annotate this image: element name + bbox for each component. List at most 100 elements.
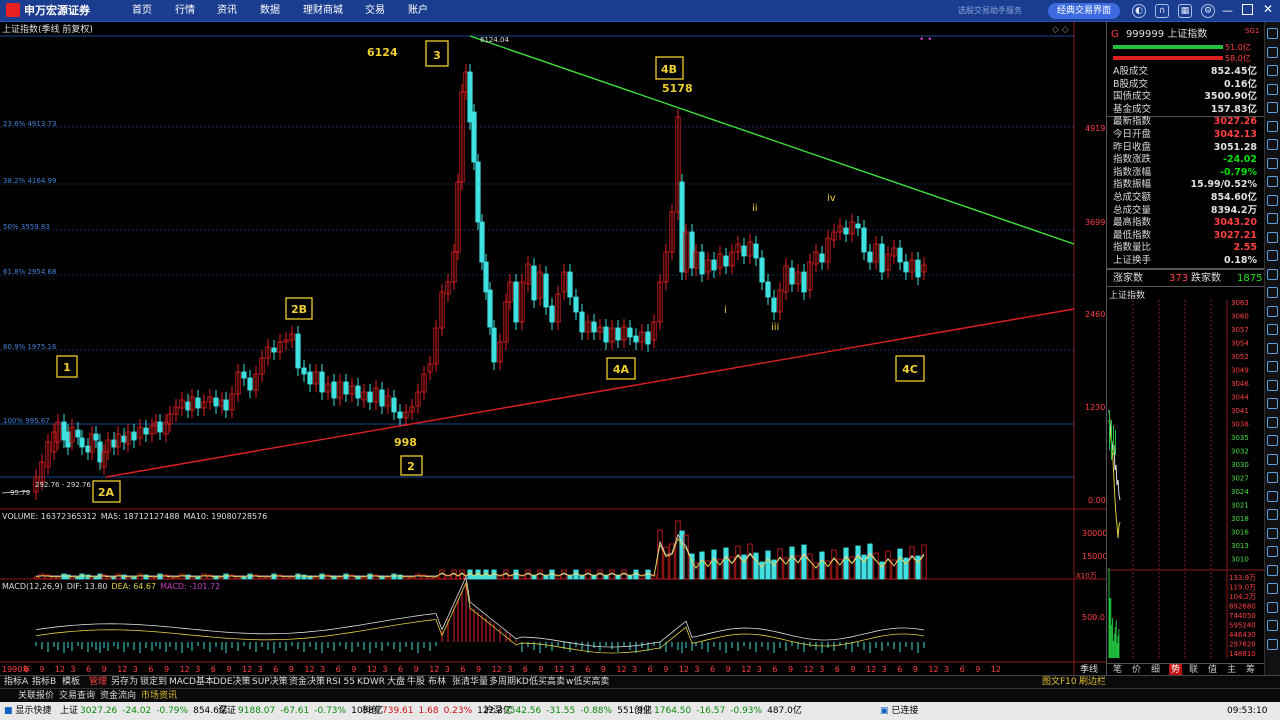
volume-bar xyxy=(783,557,789,580)
info-tab[interactable]: 资金流向 xyxy=(100,689,136,703)
grid-icon[interactable]: ▦ xyxy=(1178,4,1192,18)
volume-bar xyxy=(915,555,921,580)
candle-body xyxy=(143,427,149,435)
skin-icon[interactable]: ◐ xyxy=(1132,4,1146,18)
tool-icon[interactable] xyxy=(1267,287,1278,298)
volume-bar xyxy=(861,554,867,580)
candle-body xyxy=(397,411,403,419)
period-label[interactable]: 季线 xyxy=(1080,663,1098,675)
time-axis-label: 9 xyxy=(538,665,543,674)
tool-icon[interactable] xyxy=(1267,361,1278,372)
settings-icon[interactable]: ⚙ xyxy=(1201,4,1215,18)
info-tab[interactable]: 交易查询 xyxy=(59,689,95,703)
time-axis-label: 6 xyxy=(460,665,465,674)
index-ticker[interactable]: 创业 1764.50 -16.57 -0.93% 487.0亿 xyxy=(634,702,807,720)
kline-chart[interactable]: 上证指数(季线 前复权) ◇ ◇ • • 23.6% 4913.73 38.2%… xyxy=(0,22,1106,675)
maximize-icon[interactable] xyxy=(1242,4,1253,15)
tool-icon[interactable] xyxy=(1267,157,1278,169)
ticker-value: -67.61 xyxy=(280,706,310,716)
volume-bar xyxy=(795,555,801,580)
tool-icon[interactable] xyxy=(1267,601,1278,613)
nav-quotes[interactable]: 行情 xyxy=(175,0,195,22)
volume-bar xyxy=(747,543,753,580)
nav-news[interactable]: 资讯 xyxy=(217,0,237,22)
assistant-text[interactable]: 选股交易助手服务 xyxy=(958,0,1022,22)
tool-icon[interactable] xyxy=(1267,490,1278,502)
tool-icon[interactable] xyxy=(1267,527,1278,539)
tool-icon[interactable] xyxy=(1267,379,1278,391)
ticker-value: -24.02 xyxy=(122,706,152,716)
stat-row: B股成交 0.16亿 xyxy=(1113,79,1261,92)
tool-icon[interactable] xyxy=(1267,398,1278,409)
tool-icon[interactable] xyxy=(1267,324,1278,335)
tool-icon[interactable] xyxy=(1267,65,1278,76)
time-axis-label: 3 xyxy=(445,665,450,674)
tool-icon[interactable] xyxy=(1267,472,1278,483)
stat-value: 854.60亿 xyxy=(1210,192,1257,203)
tool-icon[interactable] xyxy=(1267,231,1278,243)
volume-bar xyxy=(343,573,349,580)
headset-icon[interactable]: ∩ xyxy=(1155,4,1169,18)
stat-label: 今日开盘 xyxy=(1113,129,1152,140)
tool-icon[interactable] xyxy=(1267,546,1278,557)
tool-icon[interactable] xyxy=(1267,120,1278,132)
time-axis-label: 6 xyxy=(523,665,528,674)
tool-icon[interactable] xyxy=(1267,342,1278,354)
tool-icon[interactable] xyxy=(1267,46,1278,58)
candle-body xyxy=(301,367,307,375)
close-icon[interactable]: ✕ xyxy=(1263,2,1273,16)
tool-icon[interactable] xyxy=(1267,638,1278,650)
time-axis-label: 12 xyxy=(679,665,689,674)
nav-data[interactable]: 数据 xyxy=(260,0,280,22)
tool-icon[interactable] xyxy=(1267,416,1278,428)
stat-value: 15.99/0.52% xyxy=(1190,179,1257,191)
volume-bar xyxy=(909,546,915,580)
wave-label: 2 xyxy=(407,460,415,473)
minimize-icon[interactable]: — xyxy=(1222,4,1233,17)
tool-icon[interactable] xyxy=(1267,194,1278,206)
candle-body xyxy=(867,251,873,263)
tool-icon[interactable] xyxy=(1267,268,1278,280)
tool-icon[interactable] xyxy=(1267,102,1278,113)
index-ticker[interactable]: 沪深 3542.56 -31.55 -0.88% 551.9亿 xyxy=(484,702,657,720)
tool-icon[interactable] xyxy=(1267,620,1278,631)
tool-icon[interactable] xyxy=(1267,28,1278,39)
tool-icon[interactable] xyxy=(1267,583,1278,594)
volume-bar xyxy=(729,556,735,580)
intraday-chart[interactable]: 3063 3060 3057 3054 3052 3049 3046 3044 3041 3038… xyxy=(1107,300,1265,660)
tool-icon[interactable] xyxy=(1267,564,1278,576)
ticker-value: 1764.50 xyxy=(654,706,692,716)
info-tab[interactable]: 关联报价 xyxy=(18,689,54,703)
ticker-label: 科创 xyxy=(362,706,381,716)
tool-icon[interactable] xyxy=(1267,435,1278,446)
peak-value-label: 6124.04 xyxy=(480,36,509,44)
time-axis-label: 6 xyxy=(86,665,91,674)
index-ticker[interactable]: 上证 3027.26 -24.02 -0.79% 854.6亿 xyxy=(60,702,233,720)
intraday-axis: 3063 3060 3057 3054 3052 3049 3046 3044 3041 3038… xyxy=(1229,300,1256,658)
chart-tool-icons[interactable]: ◇ ◇ xyxy=(1052,25,1069,35)
nav-mall[interactable]: 理财商城 xyxy=(303,0,343,22)
tool-icon[interactable] xyxy=(1267,213,1278,224)
display-shortcut[interactable]: ■ 显示快捷 xyxy=(4,702,51,720)
fib-label: 23.6% 4913.73 xyxy=(3,120,56,128)
info-tab[interactable]: 市场资讯 xyxy=(141,689,177,703)
tool-icon[interactable] xyxy=(1267,83,1278,95)
candle-body xyxy=(603,326,609,343)
ticker-value: -16.57 xyxy=(696,706,726,716)
tool-icon[interactable] xyxy=(1267,139,1278,150)
time-axis-label: 9 xyxy=(39,665,44,674)
tool-icon[interactable] xyxy=(1267,305,1278,317)
stat-row: 指数量比 2.55 xyxy=(1113,242,1261,255)
tool-icon[interactable] xyxy=(1267,250,1278,261)
nav-home[interactable]: 首页 xyxy=(132,0,152,22)
time-axis-label: 3 xyxy=(195,665,200,674)
volume-bar xyxy=(897,548,903,580)
volume-axis-label: 30000 xyxy=(1082,529,1106,538)
tool-icon[interactable] xyxy=(1267,453,1278,465)
tool-icon[interactable] xyxy=(1267,176,1278,187)
time-axis-label: 6 xyxy=(960,665,965,674)
nav-account[interactable]: 账户 xyxy=(408,0,428,22)
nav-trade[interactable]: 交易 xyxy=(365,0,385,22)
tool-icon[interactable] xyxy=(1267,509,1278,520)
classic-trade-button[interactable]: 经典交易界面 xyxy=(1048,3,1120,19)
